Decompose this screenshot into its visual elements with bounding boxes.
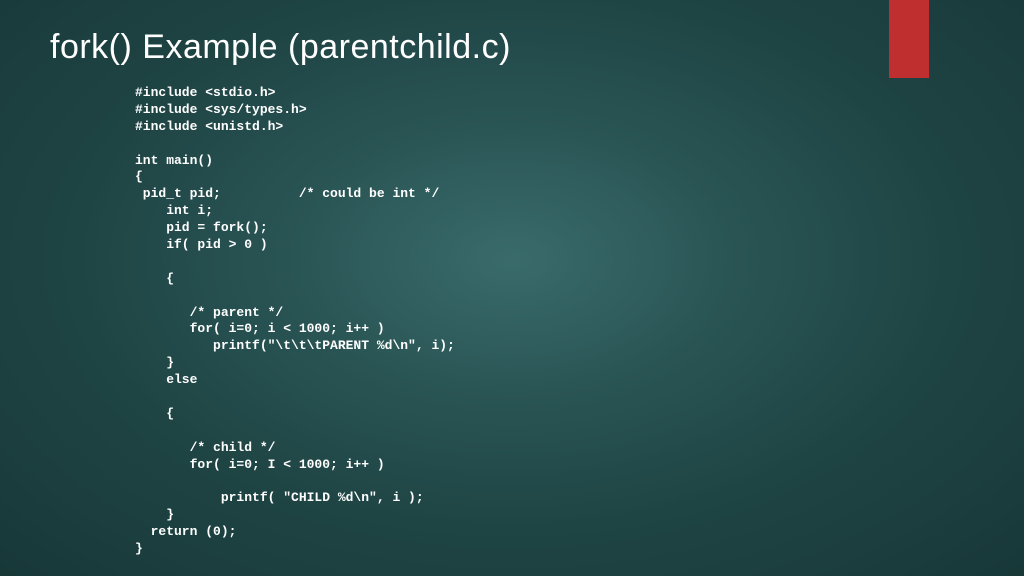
code-listing: #include <stdio.h> #include <sys/types.h… <box>135 85 455 558</box>
accent-bar <box>889 0 929 78</box>
slide-title: fork() Example (parentchild.c) <box>50 28 511 67</box>
